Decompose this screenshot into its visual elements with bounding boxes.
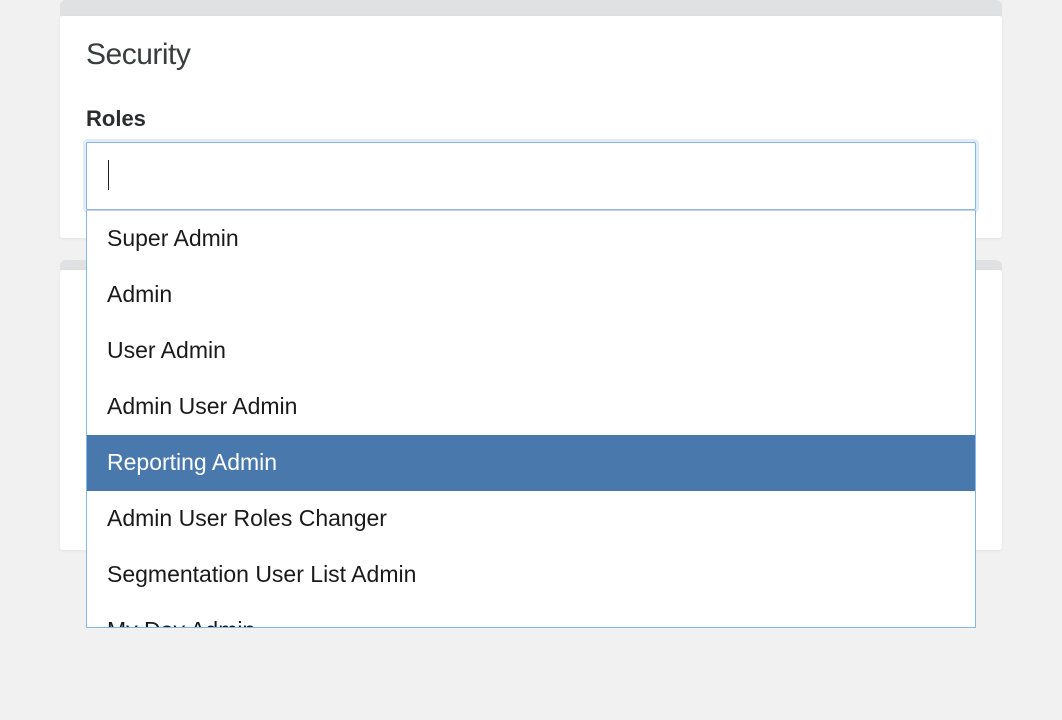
roles-dropdown: Super AdminAdminUser AdminAdmin User Adm… (86, 210, 976, 628)
card-title: Security (86, 38, 976, 72)
card-top-edge (60, 0, 1002, 16)
roles-option[interactable]: Admin (87, 267, 975, 323)
roles-option[interactable]: Admin User Roles Changer (87, 491, 975, 547)
roles-option[interactable]: Segmentation User List Admin (87, 547, 975, 603)
roles-input[interactable] (86, 142, 976, 210)
roles-option[interactable]: My Day Admin (87, 603, 975, 628)
roles-option[interactable]: Super Admin (87, 211, 975, 267)
roles-combobox: Super AdminAdminUser AdminAdmin User Adm… (86, 142, 976, 210)
roles-option[interactable]: Admin User Admin (87, 379, 975, 435)
roles-option[interactable]: User Admin (87, 323, 975, 379)
security-card: Security Roles Super AdminAdminUser Admi… (60, 16, 1002, 238)
roles-option[interactable]: Reporting Admin (87, 435, 975, 491)
roles-label: Roles (86, 106, 976, 132)
